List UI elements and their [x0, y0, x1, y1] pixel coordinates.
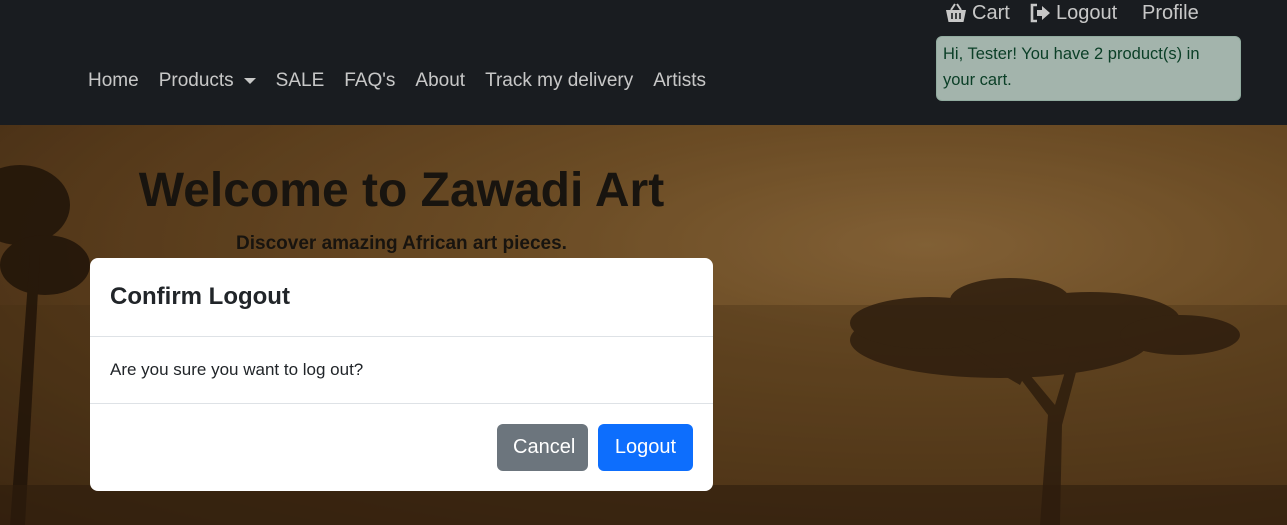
- modal-header: Confirm Logout: [90, 258, 713, 337]
- modal-body: Are you sure you want to log out?: [90, 337, 713, 404]
- confirm-logout-modal: Confirm Logout Are you sure you want to …: [90, 258, 713, 491]
- modal-title: Confirm Logout: [110, 283, 290, 310]
- cancel-button[interactable]: Cancel: [497, 424, 588, 471]
- modal-footer: Cancel Logout: [90, 404, 713, 491]
- confirm-logout-button[interactable]: Logout: [598, 424, 693, 471]
